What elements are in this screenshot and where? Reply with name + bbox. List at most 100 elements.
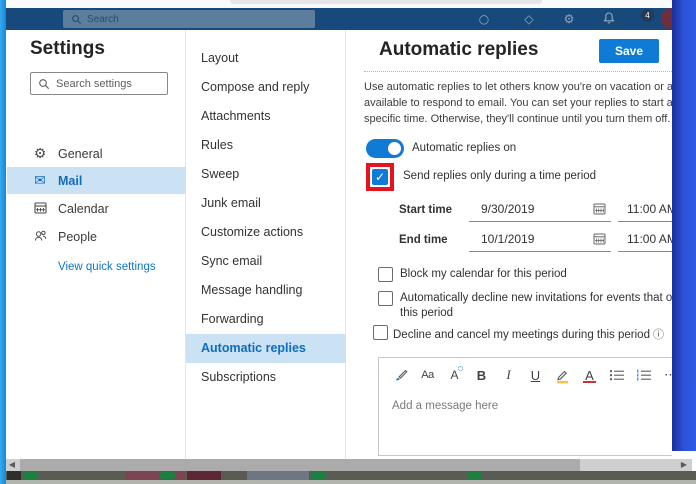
header-search-input[interactable]: Search [63,10,315,28]
highlighter-icon[interactable] [549,365,576,385]
mail-settings-nav: Layout Compose and reply Attachments Rul… [186,30,346,459]
calendar-picker-icon[interactable] [593,202,606,220]
premium-diamond-icon[interactable]: ◇ [521,11,537,27]
bold-icon[interactable]: B [468,365,495,385]
status-circle-icon[interactable]: ○ [476,11,492,27]
end-time-field[interactable]: 11:00 AM [618,228,672,252]
mail-nav-item-forwarding[interactable]: Forwarding [186,305,346,334]
sidebar-item-general[interactable]: ⚙ General [7,140,186,167]
sidebar-item-label: People [58,230,97,244]
mail-nav-item-sweep[interactable]: Sweep [186,160,346,189]
decline-cancel-checkbox[interactable] [373,325,388,340]
mail-nav-item-layout[interactable]: Layout [186,44,346,73]
gear-icon: ⚙ [32,146,48,162]
settings-modal: Settings Search settings ⚙ General ✉ Mai… [5,30,672,459]
time-period-checkbox[interactable]: ✓ [372,169,388,185]
end-date-field[interactable]: 10/1/2019 [469,228,611,252]
mail-nav-item-rules[interactable]: Rules [186,131,346,160]
description-text: Use automatic replies to let others know… [364,79,672,127]
ad-badge [467,472,482,479]
automatic-replies-toggle-row: Automatic replies on [366,138,516,158]
automatic-replies-panel: Automatic replies Save Use automatic rep… [346,30,672,459]
sidebar-item-label: Calendar [58,202,109,216]
calendar-picker-icon[interactable] [593,232,606,250]
calendar-icon [32,201,48,217]
auto-decline-label-line2: this period [400,307,453,319]
mail-nav-item-subscriptions[interactable]: Subscriptions [186,363,346,392]
description-line: Use automatic replies to let others know… [364,79,672,95]
horizontal-scrollbar[interactable]: ◀ ▶ [5,459,692,471]
start-time-field[interactable]: 11:00 AM [618,198,672,222]
end-time-value: 11:00 AM [627,232,672,246]
bell-icon[interactable] [601,11,617,27]
view-quick-settings-link[interactable]: View quick settings [58,261,156,273]
scroll-right-arrow[interactable]: ▶ [678,459,690,471]
start-date-value: 9/30/2019 [481,202,534,216]
more-options-icon[interactable]: ⋯ [657,365,672,385]
dimmed-page-strip: by Taboola [5,471,696,484]
mail-nav-item-message-handling[interactable]: Message handling [186,276,346,305]
save-button[interactable]: Save [599,39,659,63]
editor-toolbar: Aa A B I U A [387,365,672,385]
automatic-replies-toggle[interactable] [366,139,404,158]
block-calendar-checkbox[interactable] [378,267,393,282]
settings-search-input[interactable]: Search settings [30,72,168,95]
font-icon[interactable]: Aa [414,365,441,385]
sidebar-item-label: General [58,147,102,161]
reply-message-editor[interactable]: Aa A B I U A [378,357,672,456]
ad-badge [160,472,175,479]
time-period-checkbox-label: Send replies only during a time period [403,170,596,182]
scroll-left-arrow[interactable]: ◀ [6,459,18,471]
auto-decline-checkbox[interactable] [378,291,393,306]
sidebar-item-calendar[interactable]: Calendar [7,195,186,222]
mail-icon: ✉ [32,173,48,189]
mail-nav-item-compose-and-reply[interactable]: Compose and reply [186,73,346,102]
outlook-header: Search ○ ◇ ⚙ 4 [5,8,696,30]
end-time-label: End time [399,234,448,246]
info-icon[interactable]: ⓘ [653,328,664,341]
mail-nav-item-automatic-replies[interactable]: Automatic replies [186,334,346,363]
mail-nav-item-customize-actions[interactable]: Customize actions [186,218,346,247]
mail-nav-item-junk-email[interactable]: Junk email [186,189,346,218]
page-title: Automatic replies [379,39,538,61]
gear-icon[interactable]: ⚙ [561,11,577,27]
sidebar-item-mail[interactable]: ✉ Mail [7,167,186,194]
notification-badge: 4 [641,9,654,22]
settings-sidebar: Settings Search settings ⚙ General ✉ Mai… [6,30,186,459]
toggle-label: Automatic replies on [412,142,516,154]
decline-cancel-label: Decline and cancel my meetings during th… [393,326,664,342]
search-icon [38,78,50,90]
left-frame-strip [0,0,6,484]
sidebar-item-people[interactable]: People [7,223,186,250]
ad-badge [311,472,326,479]
mail-nav-item-attachments[interactable]: Attachments [186,102,346,131]
right-frame-strip [672,0,696,451]
end-date-value: 10/1/2019 [481,232,534,246]
browser-tab-edge [230,0,542,4]
mail-nav-item-sync-email[interactable]: Sync email [186,247,346,276]
block-calendar-label: Block my calendar for this period [400,268,567,280]
format-painter-icon[interactable] [387,365,414,385]
header-search-placeholder: Search [87,14,119,25]
settings-search-placeholder: Search settings [56,78,132,90]
sidebar-item-label: Mail [58,174,82,188]
font-size-icon[interactable]: A [441,365,468,385]
start-time-value: 11:00 AM [627,202,672,216]
font-color-icon[interactable]: A [576,365,603,385]
people-icon [32,229,48,245]
start-time-label: Start time [399,204,452,216]
toggle-knob [388,142,401,155]
numbered-list-icon[interactable] [630,365,657,385]
bullet-list-icon[interactable] [603,365,630,385]
auto-decline-label-line1: Automatically decline new invitations fo… [400,292,672,304]
scrollbar-thumb[interactable] [20,459,580,471]
underline-icon[interactable]: U [522,365,549,385]
browser-top-strip [0,0,696,8]
description-line: available to respond to email. You can s… [364,95,672,111]
settings-title: Settings [30,38,105,60]
ad-badge [23,472,38,479]
italic-icon[interactable]: I [495,365,522,385]
message-placeholder: Add a message here [392,400,498,412]
screen: Search ○ ◇ ⚙ 4 Settings Search settings [0,0,696,484]
start-date-field[interactable]: 9/30/2019 [469,198,611,222]
